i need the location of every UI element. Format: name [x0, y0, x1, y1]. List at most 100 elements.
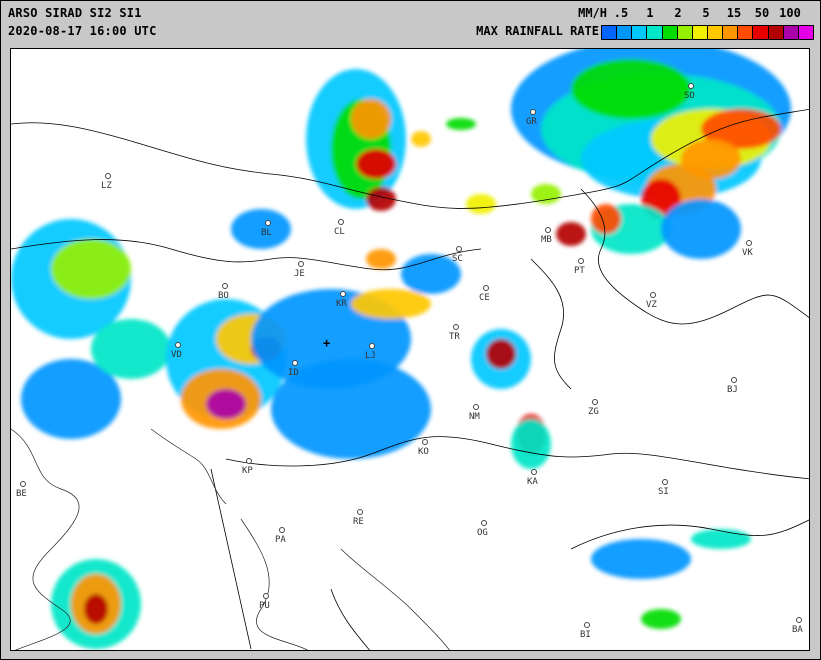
legend-tick: 2 — [674, 6, 682, 20]
legend-swatch — [753, 26, 769, 39]
city-code: KO — [418, 447, 429, 457]
city-marker-icon — [473, 404, 479, 410]
city-code: GR — [526, 117, 537, 127]
city-code: PU — [259, 601, 270, 611]
city-cl: CL — [334, 219, 350, 237]
city-code: VD — [171, 350, 182, 360]
legend-swatch — [798, 26, 813, 39]
legend-swatch — [768, 26, 784, 39]
city-be: BE — [16, 481, 32, 499]
city-code: LJ — [365, 351, 376, 361]
city-lz: LZ — [101, 173, 117, 191]
timestamp: 2020-08-17 16:00 UTC — [8, 24, 157, 38]
rain-cell — [84, 594, 108, 624]
legend-swatch — [677, 26, 693, 39]
rain-cell — [661, 199, 741, 259]
city-marker-icon — [263, 593, 269, 599]
city-marker-icon — [531, 469, 537, 475]
city-marker-icon — [530, 109, 536, 115]
legend-tick: 100 — [779, 6, 801, 20]
rain-cell — [366, 249, 396, 269]
legend-swatch — [617, 26, 633, 39]
city-marker-icon — [105, 173, 111, 179]
legend-swatch — [738, 26, 754, 39]
legend-label: MAX RAINFALL RATE — [476, 24, 599, 38]
city-kr: KR — [336, 291, 352, 309]
rain-cell — [351, 99, 391, 139]
city-code: SI — [658, 487, 669, 497]
legend-swatch — [783, 26, 799, 39]
city-mb: MB — [541, 227, 557, 245]
legend-swatch — [662, 26, 678, 39]
radar-map[interactable]: LZ GR SO BL CL JE SC MB PT VK BO KR CE VZ VD ID LJ TR BJ NM… — [10, 48, 810, 651]
city-code: BO — [218, 291, 229, 301]
legend-ticks: .5 1 2 5 15 50 100 — [606, 6, 812, 20]
rain-cell — [571, 59, 691, 119]
city-code: BI — [580, 630, 591, 640]
rain-cell — [691, 529, 751, 549]
city-marker-icon — [369, 343, 375, 349]
rain-cell — [531, 184, 561, 204]
city-code: PA — [275, 535, 286, 545]
city-pt: PT — [574, 258, 590, 276]
city-code: CE — [479, 293, 490, 303]
city-code: SC — [452, 254, 463, 264]
city-code: PT — [574, 266, 585, 276]
rain-cell — [591, 204, 621, 234]
city-marker-icon — [456, 246, 462, 252]
rain-cell — [641, 609, 681, 629]
legend-tick: 15 — [726, 6, 742, 20]
city-ce: CE — [479, 285, 495, 303]
map-layer — [11, 49, 809, 650]
legend-swatch — [647, 26, 663, 39]
city-code: OG — [477, 528, 488, 538]
rain-cell — [411, 131, 431, 147]
city-kp: KP — [242, 458, 258, 476]
city-marker-icon — [265, 220, 271, 226]
city-vd: VD — [171, 342, 187, 360]
rain-cell — [356, 149, 396, 179]
city-code: ID — [288, 368, 299, 378]
city-code: VK — [742, 248, 753, 258]
rain-cell — [486, 339, 516, 369]
city-code: BJ — [727, 385, 738, 395]
city-code: BA — [792, 625, 803, 635]
city-marker-icon — [453, 324, 459, 330]
city-code: MB — [541, 235, 552, 245]
city-marker-icon — [338, 219, 344, 225]
city-si: SI — [658, 479, 674, 497]
rain-cell — [591, 539, 691, 579]
city-marker-icon — [731, 377, 737, 383]
legend-tick: .5 — [613, 6, 629, 20]
city-code: BL — [261, 228, 272, 238]
city-code: TR — [449, 332, 460, 342]
city-je: JE — [294, 261, 310, 279]
city-bl: BL — [261, 220, 277, 238]
city-marker-icon — [592, 399, 598, 405]
coastline — [150, 428, 227, 505]
city-marker-icon — [357, 509, 363, 515]
rain-cell — [556, 222, 586, 246]
city-code: KA — [527, 477, 538, 487]
city-code: LZ — [101, 181, 112, 191]
city-marker-icon — [222, 283, 228, 289]
city-code: CL — [334, 227, 345, 237]
rain-cell — [446, 118, 476, 130]
city-ko: KO — [418, 439, 434, 457]
city-code: VZ — [646, 300, 657, 310]
legend-swatch — [723, 26, 739, 39]
city-gr: GR — [526, 109, 542, 127]
city-tr: TR — [449, 324, 465, 342]
border-line — [530, 258, 572, 390]
city-lj: LJ — [365, 343, 381, 361]
legend-color-bar — [601, 25, 814, 40]
city-code: ZG — [588, 407, 599, 417]
city-marker-icon — [578, 258, 584, 264]
city-marker-icon — [662, 479, 668, 485]
city-vz: VZ — [646, 292, 662, 310]
city-ka: KA — [527, 469, 543, 487]
city-marker-icon — [481, 520, 487, 526]
city-marker-icon — [650, 292, 656, 298]
city-marker-icon — [279, 527, 285, 533]
city-marker-icon — [545, 227, 551, 233]
